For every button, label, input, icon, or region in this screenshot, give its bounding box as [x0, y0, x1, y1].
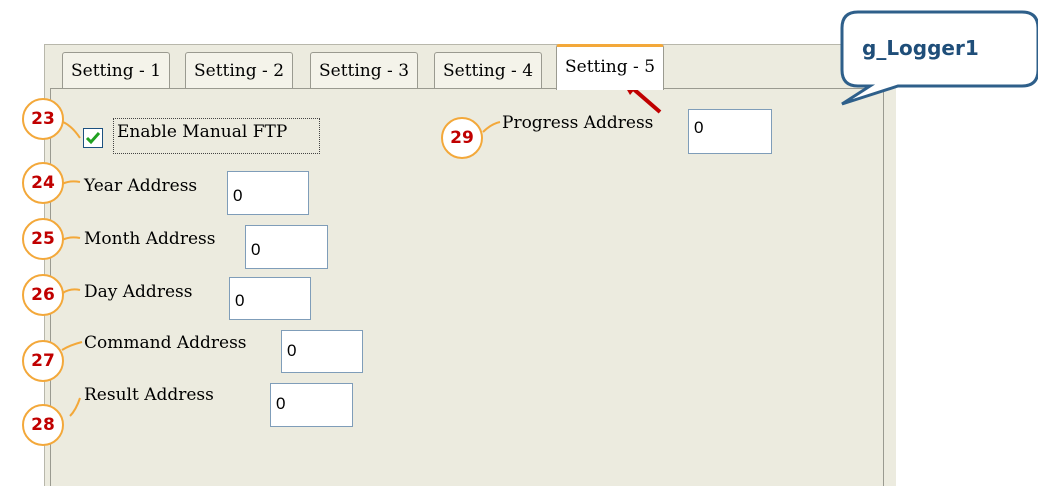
- badge-tail: [62, 288, 81, 294]
- badge-25: 25: [22, 218, 64, 260]
- badge-26: 26: [22, 274, 64, 316]
- annotation-overlay: [61, 10, 1038, 417]
- badge-27: 27: [22, 340, 64, 382]
- badge-tail: [61, 341, 83, 351]
- badge-tail: [69, 397, 81, 417]
- badge-28: 28: [22, 404, 64, 446]
- badge-tail: [62, 121, 81, 139]
- badge-tail: [61, 180, 81, 185]
- badge-24: 24: [22, 162, 64, 204]
- callout-text: g_Logger1: [862, 36, 979, 60]
- badge-tail: [61, 236, 81, 241]
- badge-tail: [482, 121, 501, 133]
- tab-setting-5[interactable]: Setting - 5: [556, 44, 665, 90]
- badge-29: 29: [441, 117, 483, 159]
- badge-23: 23: [22, 98, 64, 140]
